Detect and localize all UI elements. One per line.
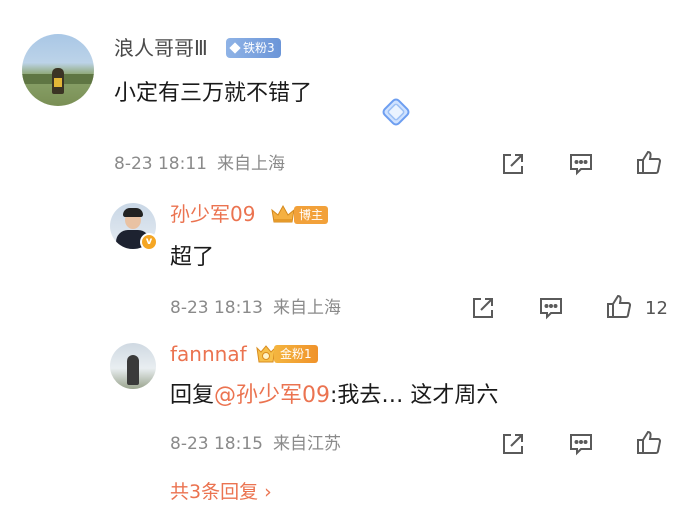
comment-icon xyxy=(570,434,592,456)
verified-badge: v xyxy=(140,233,158,251)
share-button[interactable] xyxy=(498,149,528,179)
share-icon xyxy=(503,154,523,174)
reply-location: 来自江苏 xyxy=(272,434,341,454)
reply-location: 来自上海 xyxy=(272,298,341,318)
fan-badge[interactable]: 金粉1 xyxy=(274,345,318,363)
comment-icon xyxy=(570,154,592,176)
comment-meta: 8-23 18:11 来自上海 xyxy=(114,153,285,175)
like-icon xyxy=(637,430,662,454)
reply-date: 8-23 18:15 xyxy=(170,434,263,454)
reply-avatar[interactable] xyxy=(110,343,156,389)
fan-badge-label: 铁粉3 xyxy=(243,41,275,55)
reply-prefix: 回复 xyxy=(170,383,215,408)
share-button[interactable] xyxy=(468,293,498,323)
like-button[interactable] xyxy=(634,427,664,457)
like-icon xyxy=(607,294,632,318)
comment-location: 来自上海 xyxy=(216,154,285,174)
share-button[interactable] xyxy=(498,429,528,459)
avatar[interactable] xyxy=(22,34,94,106)
comment-date: 8-23 18:11 xyxy=(114,154,207,174)
fan-badge[interactable]: 铁粉3 xyxy=(226,38,281,58)
reply-author[interactable]: fannnaf xyxy=(170,342,247,366)
share-icon xyxy=(503,434,523,454)
reply-text: 超了 xyxy=(170,245,215,270)
diamond-sticker-icon xyxy=(382,98,410,126)
like-count: 12 xyxy=(645,298,668,319)
share-icon xyxy=(473,298,493,318)
avatar-hair xyxy=(123,208,143,217)
comment-button[interactable] xyxy=(566,429,596,459)
avatar-person xyxy=(127,355,139,385)
reply-meta: 8-23 18:13 来自上海 xyxy=(170,297,341,319)
mention-link[interactable]: @孙少军09 xyxy=(214,383,330,408)
reply-author[interactable]: 孙少军09 xyxy=(170,202,255,226)
reply-body: :我去… 这才周六 xyxy=(330,383,499,408)
more-replies-link[interactable]: 共3条回复 › xyxy=(170,479,272,505)
like-button[interactable] xyxy=(634,147,664,177)
comment-button[interactable] xyxy=(536,293,566,323)
diamond-icon xyxy=(229,42,241,54)
comment-icon xyxy=(540,298,562,320)
reply-date: 8-23 18:13 xyxy=(170,298,263,318)
like-icon xyxy=(637,150,662,174)
avatar-figure xyxy=(52,68,64,94)
comment-text: 小定有三万就不错了 xyxy=(114,81,313,106)
like-button[interactable] xyxy=(604,291,634,321)
reply-meta: 8-23 18:15 来自江苏 xyxy=(170,433,341,455)
crown-icon xyxy=(271,204,295,223)
comment-author[interactable]: 浪人哥哥Ⅲ xyxy=(114,36,208,60)
reply-text: 回复@孙少军09:我去… 这才周六 xyxy=(170,382,498,410)
comment-button[interactable] xyxy=(566,149,596,179)
host-badge: 博主 xyxy=(294,206,329,224)
